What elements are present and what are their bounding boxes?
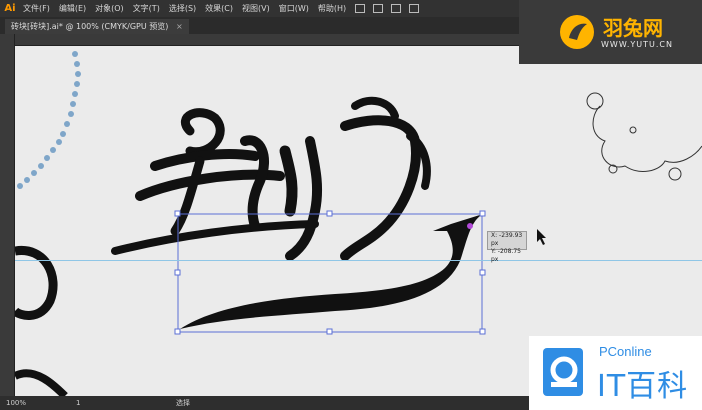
menu-help[interactable]: 帮助(H) [318,3,346,14]
document-tab[interactable]: 砖块[砖块].ai* @ 100% (CMYK/GPU 预览) × [5,19,189,34]
app-logo: Ai [4,3,16,14]
workspace-icon[interactable] [409,4,420,13]
cursor-arrow-icon [537,229,546,245]
current-tool[interactable]: 选择 [176,398,190,408]
menu-window[interactable]: 窗口(W) [279,3,309,14]
menu-select[interactable]: 选择(S) [169,3,196,14]
pconline-watermark: PConline IT百科 [529,336,702,410]
document-tab-title: 砖块[砖块].ai* @ 100% (CMYK/GPU 预览) [11,22,169,31]
tooltip-y: Y: -208.75 px [491,248,521,263]
outline-cloud [592,105,702,172]
vertical-ruler[interactable] [0,34,15,396]
artboard-number[interactable]: 1 [76,399,96,407]
menu-object[interactable]: 对象(O) [95,3,124,14]
yutu-logo-icon [560,15,594,49]
pconline-name: IT百科 [597,369,689,404]
blue-dot-pattern [17,51,81,189]
yutu-name: 羽兔网 [603,16,663,40]
pconline-logo-icon [543,348,583,396]
pconline-brand: PConline [599,344,652,359]
stock-icon[interactable] [373,4,384,13]
yutu-watermark: 羽兔网 WWW.YUTU.CN [519,0,702,64]
bridge-icon[interactable] [355,4,366,13]
yutu-url: WWW.YUTU.CN [601,40,673,49]
menu-view[interactable]: 视图(V) [242,3,270,14]
tooltip-x: X: -239.93 px [491,232,523,247]
christmas-calligraphy [111,96,431,261]
menu-file[interactable]: 文件(F) [23,3,50,14]
horizontal-guide[interactable] [15,260,702,261]
menu-edit[interactable]: 编辑(E) [59,3,86,14]
coordinate-tooltip: X: -239.93 px Y: -208.75 px [487,231,527,263]
close-icon[interactable]: × [176,22,183,31]
menu-type[interactable]: 文字(T) [133,3,160,14]
menu-effect[interactable]: 效果(C) [205,3,233,14]
arrange-documents-icon[interactable] [391,4,402,13]
zoom-level[interactable]: 100% [6,399,36,407]
